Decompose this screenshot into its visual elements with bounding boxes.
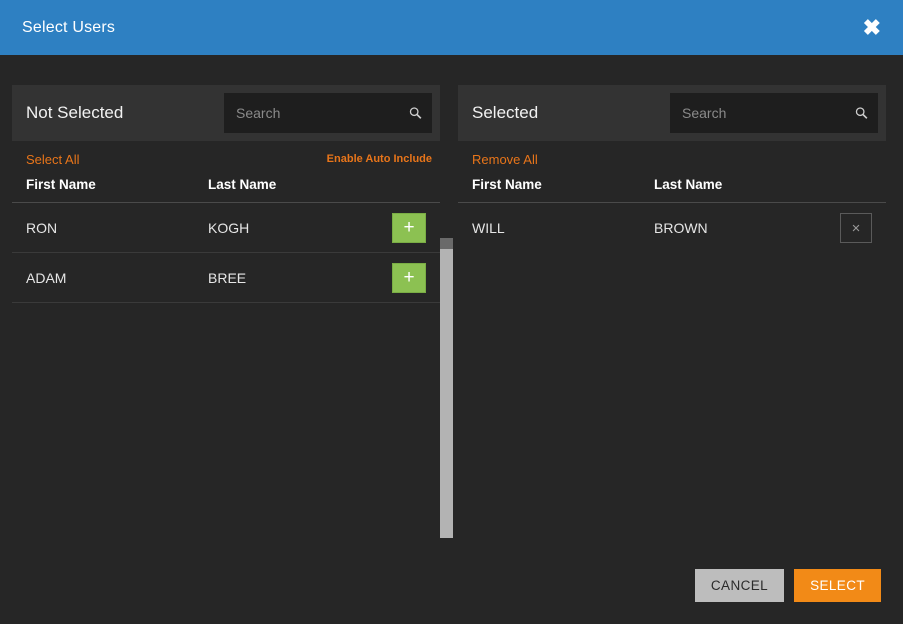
table-row[interactable]: ADAM BREE + xyxy=(12,253,440,303)
panel-title-selected: Selected xyxy=(472,103,539,122)
cell-first-name: WILL xyxy=(472,220,505,236)
list-scrollbar-not-selected[interactable] xyxy=(440,238,453,538)
search-box-not-selected[interactable] xyxy=(224,93,432,133)
column-header-first-name: First Name xyxy=(472,177,542,192)
table-row[interactable]: WILL BROWN × xyxy=(458,203,886,253)
cell-first-name: ADAM xyxy=(26,269,67,286)
add-user-button[interactable]: + xyxy=(392,262,426,293)
panel-title-not-selected: Not Selected xyxy=(26,103,124,122)
select-all-link[interactable]: Select All xyxy=(26,152,79,167)
add-user-button[interactable]: + xyxy=(392,212,426,243)
panel-header-not-selected: Not Selected xyxy=(12,85,440,141)
cell-last-name: BREE xyxy=(208,269,247,286)
enable-auto-include-link[interactable]: Enable Auto Include xyxy=(327,153,432,165)
cell-last-name: BROWN xyxy=(654,220,708,236)
select-users-dialog: Select Users ✖ Not Selected Sele xyxy=(0,0,903,624)
scrollbar-track-top[interactable] xyxy=(440,238,453,249)
column-header-last-name: Last Name xyxy=(208,177,277,192)
close-icon[interactable]: ✖ xyxy=(859,15,885,41)
cell-first-name: RON xyxy=(26,219,58,236)
column-headers-not-selected: First Name Last Name xyxy=(12,171,440,203)
scrollbar-thumb[interactable] xyxy=(440,249,453,538)
dialog-footer: CANCEL SELECT xyxy=(0,555,903,624)
action-row-selected: Remove All xyxy=(458,141,886,171)
remove-user-button[interactable]: × xyxy=(840,213,872,243)
select-button[interactable]: SELECT xyxy=(794,569,881,602)
action-row-not-selected: Select All Enable Auto Include xyxy=(12,141,440,171)
panels-container: Not Selected Select All Enable Auto Incl… xyxy=(0,55,903,555)
column-headers-selected: First Name Last Name xyxy=(458,171,886,203)
cancel-button[interactable]: CANCEL xyxy=(694,569,785,602)
cell-last-name: KOGH xyxy=(208,219,250,236)
dialog-titlebar: Select Users ✖ xyxy=(0,0,903,55)
remove-all-link[interactable]: Remove All xyxy=(472,152,538,167)
panel-selected: Selected Remove All First Name xyxy=(458,85,886,253)
search-box-selected[interactable] xyxy=(670,93,878,133)
table-row[interactable]: RON KOGH + xyxy=(12,203,440,253)
user-list-not-selected: RON KOGH + ADAM BREE + xyxy=(12,203,440,303)
column-header-first-name: First Name xyxy=(26,177,96,192)
search-input-not-selected[interactable] xyxy=(224,93,432,133)
panel-header-selected: Selected xyxy=(458,85,886,141)
dialog-title: Select Users xyxy=(22,18,116,36)
search-input-selected[interactable] xyxy=(670,93,878,133)
panel-not-selected: Not Selected Select All Enable Auto Incl… xyxy=(12,85,453,538)
user-list-selected: WILL BROWN × xyxy=(458,203,886,253)
column-header-last-name: Last Name xyxy=(654,177,723,192)
